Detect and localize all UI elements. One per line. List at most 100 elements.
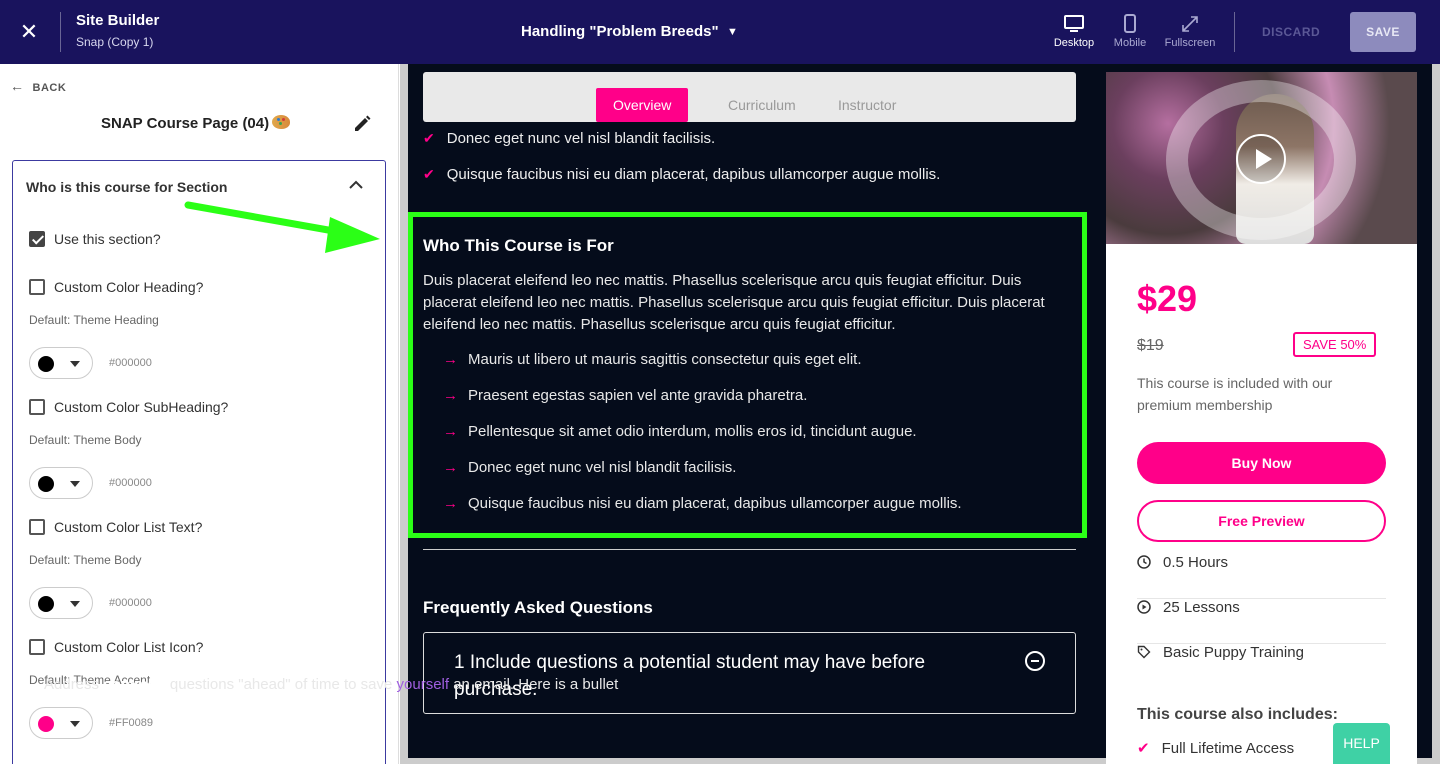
list-item-text: Quisque faucibus nisi eu diam placerat, … <box>468 495 962 512</box>
list-item-text: Donec eget nunc vel nisl blandit facilis… <box>446 130 716 147</box>
list-item: → Mauris ut libero ut mauris sagittis con… <box>443 351 862 368</box>
highlighted-section <box>408 212 1087 538</box>
view-fullscreen-label: Fullscreen <box>1164 37 1216 49</box>
meta-label: Basic Puppy Training <box>1163 644 1304 661</box>
use-section-checkbox[interactable]: Use this section? <box>29 231 161 247</box>
also-includes-heading: This course also includes: <box>1137 706 1338 723</box>
checkbox[interactable] <box>29 519 45 535</box>
option-label: Custom Color Heading? <box>54 279 204 295</box>
checkbox[interactable] <box>29 279 45 295</box>
tab-curriculum[interactable]: Curriculum <box>711 88 813 122</box>
arrow-left-icon: ← <box>10 78 25 94</box>
app-title: Site Builder <box>76 12 160 29</box>
hex-value: #FF0089 <box>109 717 154 729</box>
arrow-right-icon: → <box>443 495 458 512</box>
includes-item: ✔ Full Lifetime Access <box>1137 739 1294 757</box>
free-preview-button[interactable]: Free Preview <box>1137 500 1386 542</box>
annotation-arrow-icon <box>184 201 380 253</box>
pencil-icon[interactable] <box>352 114 372 134</box>
course-video[interactable] <box>1106 72 1417 244</box>
check-icon: ✔ <box>1137 740 1150 757</box>
fullscreen-icon <box>1182 16 1198 32</box>
who-paragraph: Duis placerat eleifend leo nec mattis. P… <box>423 272 1045 333</box>
view-desktop-button[interactable]: Desktop <box>1046 14 1102 49</box>
meta-category: Basic Puppy Training <box>1137 644 1386 689</box>
color-swatch <box>38 476 54 492</box>
old-price: $19 <box>1137 337 1164 354</box>
list-item: → Donec eget nunc vel nisl blandit facili… <box>443 459 736 476</box>
collapse-icon[interactable] <box>1025 651 1045 671</box>
price: $29 <box>1137 278 1198 319</box>
list-item: → Praesent egestas sapien vel ante gravid… <box>443 387 807 404</box>
tag-icon <box>1137 645 1151 659</box>
includes-item-text: Full Lifetime Access <box>1161 740 1295 757</box>
save-badge: SAVE 50% <box>1293 332 1377 357</box>
save-button[interactable]: SAVE <box>1350 12 1416 52</box>
chevron-down-icon[interactable]: ▼ <box>727 26 738 38</box>
who-heading: Who This Course is For <box>423 236 614 255</box>
faq-answer-text: questions "ahead" of time to save <box>165 676 397 693</box>
faq-answer-text: Address <box>44 676 104 693</box>
chevron-up-icon[interactable] <box>349 180 363 190</box>
color-swatch <box>38 716 54 732</box>
check-icon: ✔ <box>423 166 435 182</box>
option-label: Custom Color List Icon? <box>54 639 204 655</box>
page-title-text: SNAP Course Page (04) <box>101 115 270 132</box>
caret-down-icon <box>70 721 80 727</box>
divider <box>60 12 61 52</box>
discard-button[interactable]: DISCARD <box>1262 25 1320 39</box>
caret-down-icon <box>70 361 80 367</box>
list-item-text: Quisque faucibus nisi eu diam placerat, … <box>446 166 941 183</box>
play-icon[interactable] <box>1236 134 1286 184</box>
custom-color-list-icon-checkbox[interactable]: Custom Color List Icon? <box>29 639 203 655</box>
app-subtitle: Snap (Copy 1) <box>76 35 154 49</box>
meta-label: 25 Lessons <box>1163 599 1240 616</box>
clock-icon <box>1137 555 1151 569</box>
color-picker[interactable] <box>29 467 93 499</box>
custom-color-subheading-checkbox[interactable]: Custom Color SubHeading? <box>29 399 228 415</box>
meta-hours: 0.5 Hours <box>1137 554 1386 599</box>
back-button[interactable]: ← BACK <box>10 78 66 94</box>
custom-color-heading-checkbox[interactable]: Custom Color Heading? <box>29 279 203 295</box>
color-picker[interactable] <box>29 707 93 739</box>
view-mobile-button[interactable]: Mobile <box>1102 14 1158 49</box>
list-item-text: Mauris ut libero ut mauris sagittis cons… <box>468 351 862 368</box>
faq-answer-link[interactable]: yourself <box>397 676 450 693</box>
color-picker[interactable] <box>29 347 93 379</box>
checkbox[interactable] <box>29 399 45 415</box>
checkbox-checked[interactable] <box>29 231 45 247</box>
option-label: Custom Color List Text? <box>54 519 203 535</box>
close-icon[interactable]: ✕ <box>18 20 40 44</box>
default-note: Default: Theme Heading <box>29 313 159 327</box>
page-selector[interactable]: Handling "Problem Breeds" <box>521 23 719 40</box>
view-fullscreen-button[interactable]: Fullscreen <box>1162 14 1218 49</box>
view-desktop-label: Desktop <box>1053 37 1095 49</box>
color-picker[interactable] <box>29 587 93 619</box>
option-label: Custom Color SubHeading? <box>54 399 229 415</box>
desktop-icon <box>1064 15 1084 32</box>
list-item: ✔ Quisque faucibus nisi eu diam placerat,… <box>423 166 940 183</box>
list-item: → Quisque faucibus nisi eu diam placerat,… <box>443 495 962 512</box>
default-note: Default: Theme Body <box>29 433 142 447</box>
faq-item[interactable]: 1 Include questions a potential student … <box>423 632 1076 714</box>
page-title: SNAP Course Page (04) <box>101 115 291 132</box>
arrow-right-icon: → <box>443 351 458 368</box>
faq-answer: Address common questions "ahead" of time… <box>44 676 618 693</box>
checkbox[interactable] <box>29 639 45 655</box>
divider <box>423 549 1076 550</box>
color-swatch <box>38 356 54 372</box>
custom-color-list-text-checkbox[interactable]: Custom Color List Text? <box>29 519 202 535</box>
list-item-text: Donec eget nunc vel nisl blandit facilis… <box>468 459 737 476</box>
arrow-right-icon: → <box>443 423 458 440</box>
included-text: This course is included with our premium… <box>1137 375 1333 413</box>
tab-overview[interactable]: Overview <box>596 88 689 122</box>
buy-now-button[interactable]: Buy Now <box>1137 442 1386 484</box>
meta-lessons: 25 Lessons <box>1137 599 1386 644</box>
tab-instructor[interactable]: Instructor <box>821 88 913 122</box>
help-button[interactable]: HELP <box>1333 723 1390 764</box>
pricing-card: $29 $19 SAVE 50% This course is included… <box>1106 244 1417 764</box>
list-item: ✔ Donec eget nunc vel nisl blandit facili… <box>423 130 715 147</box>
settings-sidebar: ← BACK SNAP Course Page (04) Who is this … <box>0 64 399 764</box>
hex-value: #000000 <box>109 477 152 489</box>
top-bar: ✕ Site Builder Snap (Copy 1) Handling "P… <box>0 0 1440 64</box>
